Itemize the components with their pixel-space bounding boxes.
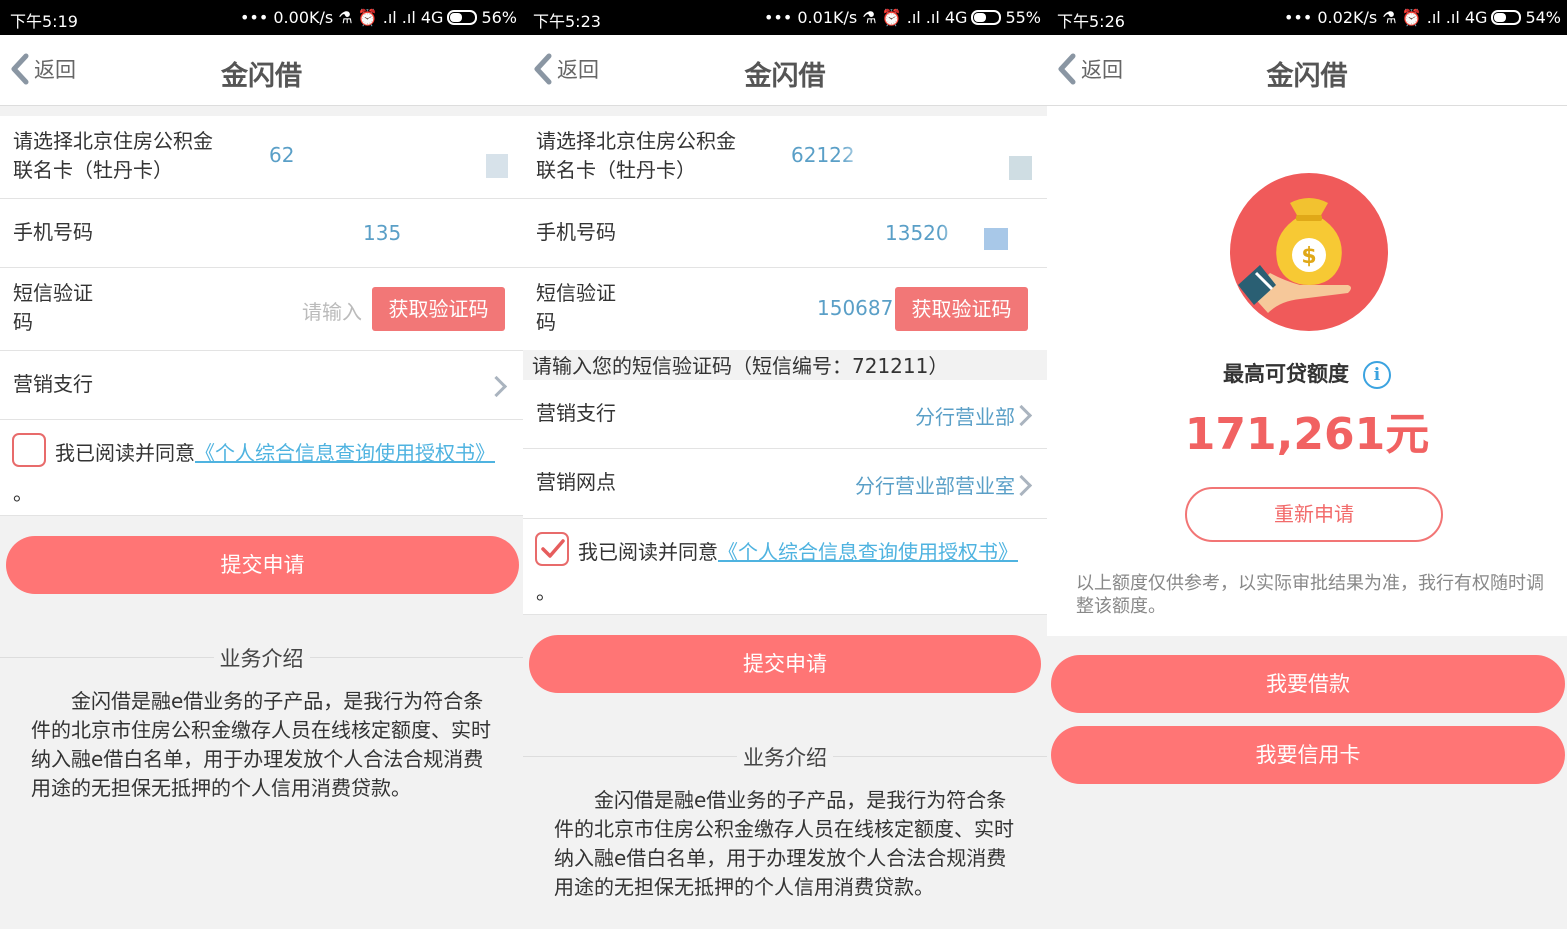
status-indicators: ••• 0.00K/s ⚗ ⏰ .ıl .ıl 4G 56%	[240, 8, 517, 27]
card-select-row[interactable]: 请选择北京住房公积金联名卡（牡丹卡） 62122	[523, 116, 1047, 199]
card-select-row[interactable]: 请选择北京住房公积金联名卡（牡丹卡） 62	[0, 116, 523, 199]
intro-text: 金闪借是融e借业务的子产品，是我行为符合条件的北京市住房公积金缴存人员在线核定额…	[31, 689, 491, 800]
agreement-suffix: 。	[13, 481, 33, 505]
status-bar: 下午5:23 ••• 0.01K/s ⚗ ⏰ .ıl .ıl 4G 55%	[523, 0, 1047, 35]
credit-card-button[interactable]: 我要信用卡	[1051, 726, 1565, 784]
network-status: ••• 0.00K/s ⚗ ⏰ .ıl .ıl 4G	[239, 8, 444, 27]
network-status: ••• 0.01K/s ⚗ ⏰ .ıl .ıl 4G	[763, 8, 968, 27]
battery-level: 55%	[1005, 8, 1041, 27]
screen-3: 下午5:26 ••• 0.02K/s ⚗ ⏰ .ıl .ıl 4G 54% 返回 …	[1047, 0, 1567, 929]
info-icon[interactable]: i	[1363, 361, 1391, 389]
agreement-link[interactable]: 《个人综合信息查询使用授权书》	[718, 540, 1018, 564]
sms-code-input[interactable]: 150687	[817, 296, 893, 320]
phone-row[interactable]: 手机号码 13520	[523, 199, 1047, 268]
limit-value: 171,261元	[1184, 409, 1430, 460]
agreement-text: 我已阅读并同意《个人综合信息查询使用授权书》	[55, 437, 495, 466]
phone-label: 手机号码	[13, 220, 93, 244]
loan-button[interactable]: 我要借款	[1051, 655, 1565, 713]
battery-level: 54%	[1525, 8, 1561, 27]
sms-row: 短信验证码 请输入 获取验证码	[0, 268, 523, 351]
sms-row: 短信验证码 150687 获取验证码	[523, 268, 1047, 351]
get-sms-code-button[interactable]: 获取验证码	[372, 287, 505, 331]
intro-title-text: 业务介绍	[737, 746, 833, 770]
disclaimer-text: 以上额度仅供参考，以实际审批结果为准，我行有权随时调整该额度。	[1076, 573, 1544, 617]
status-bar: 下午5:26 ••• 0.02K/s ⚗ ⏰ .ıl .ıl 4G 54%	[1047, 0, 1567, 35]
result-card: $ 最高可贷额度 i 171,261元 重新申请 以上额度仅供参考，以实际审批结果…	[1047, 106, 1567, 636]
status-indicators: ••• 0.01K/s ⚗ ⏰ .ıl .ıl 4G 55%	[764, 8, 1041, 27]
sms-label: 短信验证码	[13, 281, 93, 334]
sms-label: 短信验证码	[536, 281, 616, 334]
agreement-prefix: 我已阅读并同意	[578, 540, 718, 564]
branch-row[interactable]: 营销支行 分行营业部	[523, 380, 1047, 449]
branch-value: 分行营业部	[915, 405, 1015, 429]
outlet-row[interactable]: 营销网点 分行营业部营业室	[523, 449, 1047, 519]
card-number-value: 62	[269, 143, 295, 167]
page-title: 金闪借	[744, 61, 826, 92]
page-title: 金闪借	[221, 61, 302, 92]
reapply-button[interactable]: 重新申请	[1185, 487, 1443, 542]
agreement-text: 我已阅读并同意《个人综合信息查询使用授权书》	[578, 536, 1018, 565]
branch-row[interactable]: 营销支行	[0, 351, 523, 420]
card-label: 请选择北京住房公积金联名卡（牡丹卡）	[13, 129, 213, 182]
submit-button[interactable]: 提交申请	[6, 536, 519, 594]
agreement-checkbox[interactable]	[12, 433, 46, 467]
masked-card-thumb	[1009, 156, 1032, 180]
submit-button[interactable]: 提交申请	[529, 635, 1041, 693]
check-icon	[541, 539, 565, 558]
battery-icon	[971, 10, 1002, 25]
agreement-link[interactable]: 《个人综合信息查询使用授权书》	[195, 441, 495, 465]
limit-label-row: 最高可贷额度 i	[1047, 358, 1567, 389]
status-time: 下午5:19	[10, 12, 78, 31]
sms-hint-bar: 请输入您的短信验证码（短信编号：721211）	[523, 350, 1047, 380]
limit-label: 最高可贷额度	[1223, 362, 1349, 386]
agreement-checkbox[interactable]	[535, 532, 569, 566]
intro-title-text: 业务介绍	[213, 647, 310, 671]
screen-2: 下午5:23 ••• 0.01K/s ⚗ ⏰ .ıl .ıl 4G 55% 返回 …	[523, 0, 1047, 929]
status-time: 下午5:26	[1057, 12, 1125, 31]
intro-text: 金闪借是融e借业务的子产品，是我行为符合条件的北京市住房公积金缴存人员在线核定额…	[554, 788, 1014, 899]
screen-1: 下午5:19 ••• 0.00K/s ⚗ ⏰ .ıl .ıl 4G 56% 返回 …	[0, 0, 523, 929]
money-bag-hand-icon: $	[1230, 173, 1388, 331]
battery-icon	[1491, 10, 1522, 25]
agreement-prefix: 我已阅读并同意	[55, 441, 195, 465]
intro-title: 业务介绍	[523, 742, 1047, 772]
branch-label: 营销支行	[13, 372, 93, 396]
sms-code-input[interactable]: 请输入	[302, 296, 362, 325]
agreement-row: 我已阅读并同意《个人综合信息查询使用授权书》 。	[523, 519, 1047, 615]
status-time: 下午5:23	[533, 12, 601, 31]
masked-card-thumb	[486, 154, 508, 178]
phone-number-value: 13520	[885, 221, 949, 245]
agreement-suffix: 。	[536, 580, 556, 604]
network-status: ••• 0.02K/s ⚗ ⏰ .ıl .ıl 4G	[1283, 8, 1488, 27]
chevron-right-icon	[485, 375, 508, 398]
masked-phone-thumb	[984, 228, 1008, 250]
status-indicators: ••• 0.02K/s ⚗ ⏰ .ıl .ıl 4G 54%	[1284, 8, 1561, 27]
page-title: 金闪借	[1266, 61, 1348, 92]
outlet-label: 营销网点	[536, 470, 616, 494]
branch-label: 营销支行	[536, 401, 616, 425]
nav-bar: 返回 金闪借	[1047, 35, 1567, 106]
phone-label: 手机号码	[536, 220, 616, 244]
get-sms-code-button[interactable]: 获取验证码	[895, 287, 1028, 331]
sms-hint: 请输入您的短信验证码（短信编号：721211）	[532, 354, 949, 378]
nav-bar: 返回 金闪借	[0, 35, 523, 106]
battery-level: 56%	[481, 8, 517, 27]
svg-text:$: $	[1301, 244, 1316, 269]
card-label: 请选择北京住房公积金联名卡（牡丹卡）	[536, 129, 736, 182]
agreement-row: 我已阅读并同意《个人综合信息查询使用授权书》 。	[0, 420, 523, 516]
nav-bar: 返回 金闪借	[523, 35, 1047, 106]
intro-title: 业务介绍	[0, 643, 523, 673]
status-bar: 下午5:19 ••• 0.00K/s ⚗ ⏰ .ıl .ıl 4G 56%	[0, 0, 523, 35]
phone-row[interactable]: 手机号码 135	[0, 199, 523, 268]
battery-icon	[447, 10, 478, 25]
outlet-value: 分行营业部营业室	[855, 474, 1015, 498]
phone-number-value: 135	[363, 221, 402, 245]
masked-phone-area	[398, 199, 523, 267]
